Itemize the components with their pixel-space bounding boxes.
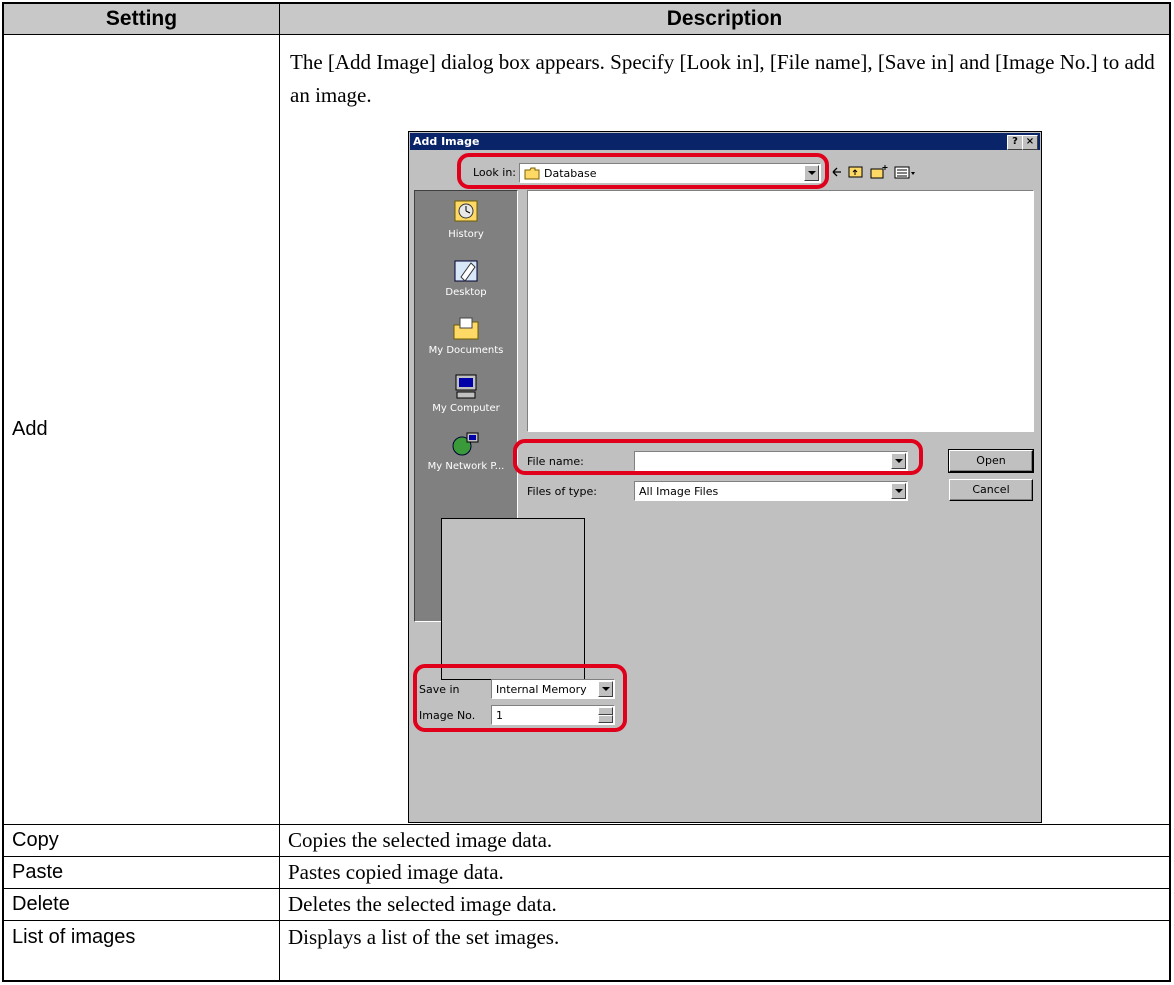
cancel-button[interactable]: Cancel	[949, 479, 1033, 501]
close-button[interactable]: ×	[1022, 135, 1038, 150]
history-icon	[451, 199, 481, 227]
files-of-type-label: Files of type:	[527, 485, 598, 498]
back-arrow-icon[interactable]	[832, 167, 841, 177]
description-cell: Pastes copied image data.	[288, 860, 504, 884]
description-cell: Displays a list of the set images.	[288, 924, 560, 949]
dialog-title: Add Image	[413, 135, 480, 148]
place-label: My Computer	[432, 403, 500, 414]
up-folder-icon[interactable]	[848, 166, 863, 178]
place-my-documents[interactable]: My Documents	[415, 315, 517, 356]
setting-cell: List of images	[12, 925, 136, 948]
highlight-file-name	[513, 439, 923, 475]
highlight-look-in	[457, 153, 829, 189]
add-image-dialog: Add Image ? × Look in: Database History …	[408, 131, 1042, 823]
place-label: History	[448, 229, 484, 240]
place-network[interactable]: My Network P...	[415, 431, 517, 472]
new-folder-icon[interactable]	[870, 165, 888, 179]
view-menu-icon[interactable]	[894, 166, 915, 179]
setting-cell: Delete	[12, 893, 70, 915]
setting-cell: Add	[12, 418, 48, 440]
place-my-computer[interactable]: My Computer	[415, 373, 517, 414]
files-of-type-value: All Image Files	[639, 485, 719, 498]
description-cell: The [Add Image] dialog box appears. Spec…	[290, 50, 1155, 107]
highlight-save-in	[413, 664, 627, 732]
help-button[interactable]: ?	[1007, 135, 1023, 150]
place-history[interactable]: History	[415, 199, 517, 240]
my-documents-icon	[451, 315, 481, 343]
table-row: List of images Displays a list of the se…	[4, 920, 1169, 982]
header-setting: Setting	[105, 7, 178, 30]
table-row: Paste Pastes copied image data.	[4, 856, 1169, 888]
table-row: Copy Copies the selected image data.	[4, 824, 1169, 856]
place-label: My Documents	[428, 345, 504, 356]
place-label: Desktop	[445, 287, 487, 298]
header-description: Description	[666, 7, 783, 30]
description-cell: Copies the selected image data.	[288, 828, 553, 852]
place-desktop[interactable]: Desktop	[415, 257, 517, 298]
file-list[interactable]	[527, 190, 1034, 432]
table-row: Delete Deletes the selected image data.	[4, 888, 1169, 920]
network-places-icon	[451, 431, 481, 459]
description-cell: Deletes the selected image data.	[288, 892, 557, 916]
my-computer-icon	[451, 373, 481, 401]
open-button[interactable]: Open	[948, 449, 1034, 473]
image-preview	[441, 518, 585, 680]
dialog-title-bar: Add Image ? ×	[410, 133, 1040, 150]
setting-cell: Copy	[12, 829, 59, 851]
desktop-icon	[451, 257, 481, 285]
files-of-type-select[interactable]: All Image Files	[634, 481, 908, 501]
setting-cell: Paste	[12, 861, 64, 883]
place-label: My Network P...	[427, 461, 505, 472]
chevron-down-icon[interactable]	[891, 483, 906, 499]
folder-toolbar	[832, 165, 915, 179]
table-header-row: Setting Description	[4, 4, 1169, 34]
